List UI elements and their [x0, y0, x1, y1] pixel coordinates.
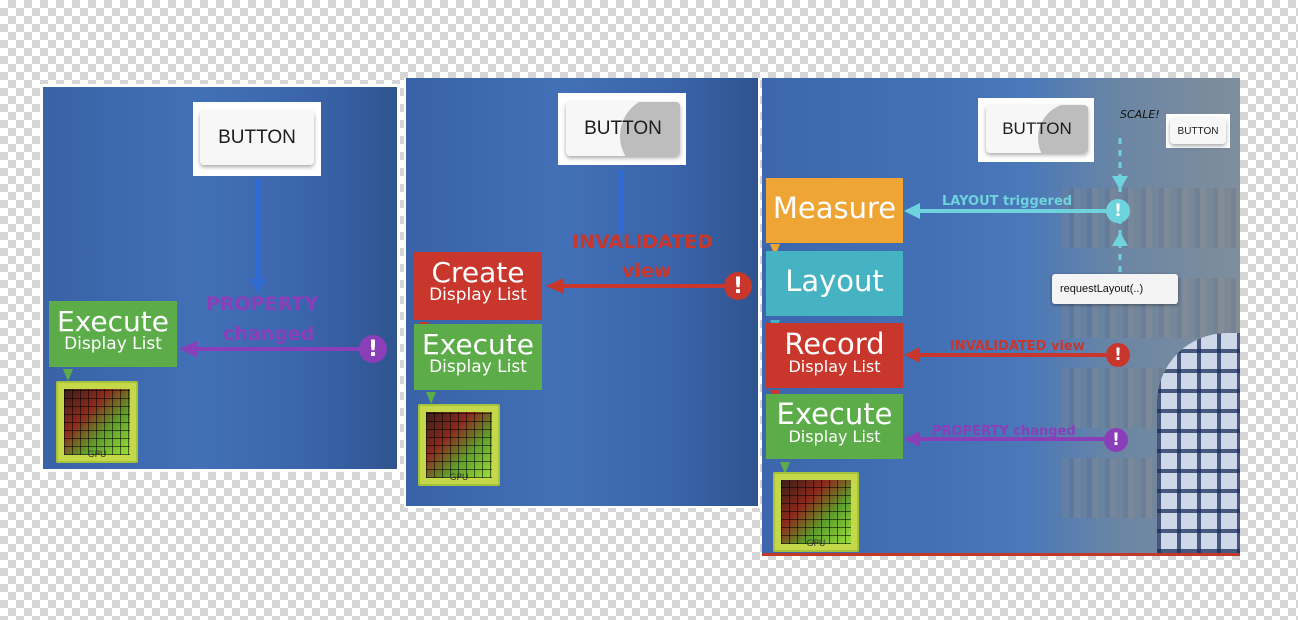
demo-button-label: BUTTON: [218, 127, 296, 148]
gpu-label: GPU: [806, 539, 826, 549]
execute-to-gpu-arrowhead: [63, 369, 73, 381]
execute-to-gpu-arrowhead: [426, 392, 436, 404]
invalidated-view-label: INVALIDATED view: [950, 339, 1085, 354]
layout-arrowhead: [904, 203, 920, 219]
create-display-list-step: Create Display List: [414, 252, 542, 320]
panel-invalidated-view: BUTTON INVALIDATED view ! Create Display…: [404, 78, 760, 508]
demo-button-label: BUTTON: [584, 118, 662, 139]
layout-triggered-label: LAYOUT triggered: [942, 194, 1073, 209]
demo-button[interactable]: BUTTON: [986, 105, 1088, 153]
panel-property-changed: BUTTON PROPERTY changed ! Execute Displa…: [40, 84, 400, 472]
panel-layout-triggered: BUTTON SCALE! BUTTON LAYOUT triggered ! …: [762, 78, 1240, 556]
step-title: Execute: [776, 397, 893, 431]
property-arrowhead: [179, 341, 197, 357]
gpu-grid: [781, 480, 851, 544]
execute-display-list-step: Execute Display List: [49, 301, 177, 367]
demo-button-label: BUTTON: [1002, 119, 1072, 138]
request-layout-label: requestLayout(..): [1060, 283, 1144, 295]
scale-down-arrowhead: [1112, 176, 1128, 190]
step-title: Execute: [57, 305, 169, 338]
gpu-chip-icon: GPU: [418, 404, 500, 486]
step-subtitle: Display List: [788, 357, 881, 377]
gpu-chip-icon: GPU: [56, 381, 138, 463]
property-arrowhead: [904, 431, 920, 447]
step-subtitle: Display List: [64, 334, 162, 355]
invalidated-exclamation-icon: !: [724, 272, 752, 300]
execute-display-list-step: Execute Display List: [414, 324, 542, 390]
step-title: Create: [431, 256, 525, 289]
execute-display-list-step: Execute Display List: [766, 394, 903, 459]
property-changed-label: PROPERTY changed: [932, 424, 1076, 439]
layout-exclamation-icon: !: [1106, 199, 1130, 223]
scale-label: SCALE!: [1120, 108, 1160, 121]
step-subtitle: Display List: [429, 357, 527, 378]
property-exclamation-icon: !: [1104, 428, 1128, 452]
invalidated-label-line2: view: [622, 260, 672, 282]
property-label-line1: PROPERTY: [206, 293, 319, 315]
scaled-button-label: BUTTON: [1177, 125, 1219, 137]
measure-step: Measure: [766, 178, 903, 243]
gpu-label: GPU: [87, 450, 107, 460]
step-title: Execute: [422, 328, 534, 361]
invalidated-label-line1: INVALIDATED: [572, 231, 713, 253]
step-title: Layout: [785, 264, 884, 298]
scaled-button[interactable]: BUTTON: [1170, 118, 1226, 144]
invalidated-exclamation-icon: !: [1106, 343, 1130, 367]
gpu-grid: [426, 412, 492, 478]
step-subtitle: Display List: [429, 285, 527, 306]
demo-button[interactable]: BUTTON: [200, 111, 314, 165]
step-title: Measure: [772, 191, 897, 225]
gpu-grid: [64, 389, 130, 455]
invalidate-arrowhead: [904, 347, 920, 363]
step-subtitle: Display List: [788, 427, 881, 447]
request-layout-popup: requestLayout(..): [1052, 274, 1178, 304]
record-display-list-step: Record Display List: [766, 323, 903, 388]
property-exclamation-icon: !: [359, 335, 387, 363]
demo-button[interactable]: BUTTON: [566, 102, 680, 156]
invalidate-arrowhead: [546, 278, 564, 294]
gpu-label: GPU: [449, 473, 469, 483]
property-label-line2: changed: [223, 323, 315, 345]
step-title: Record: [784, 327, 885, 361]
gpu-chip-icon: GPU: [773, 472, 859, 552]
button-down-arrowhead: [250, 279, 266, 293]
layout-step: Layout: [766, 251, 903, 316]
